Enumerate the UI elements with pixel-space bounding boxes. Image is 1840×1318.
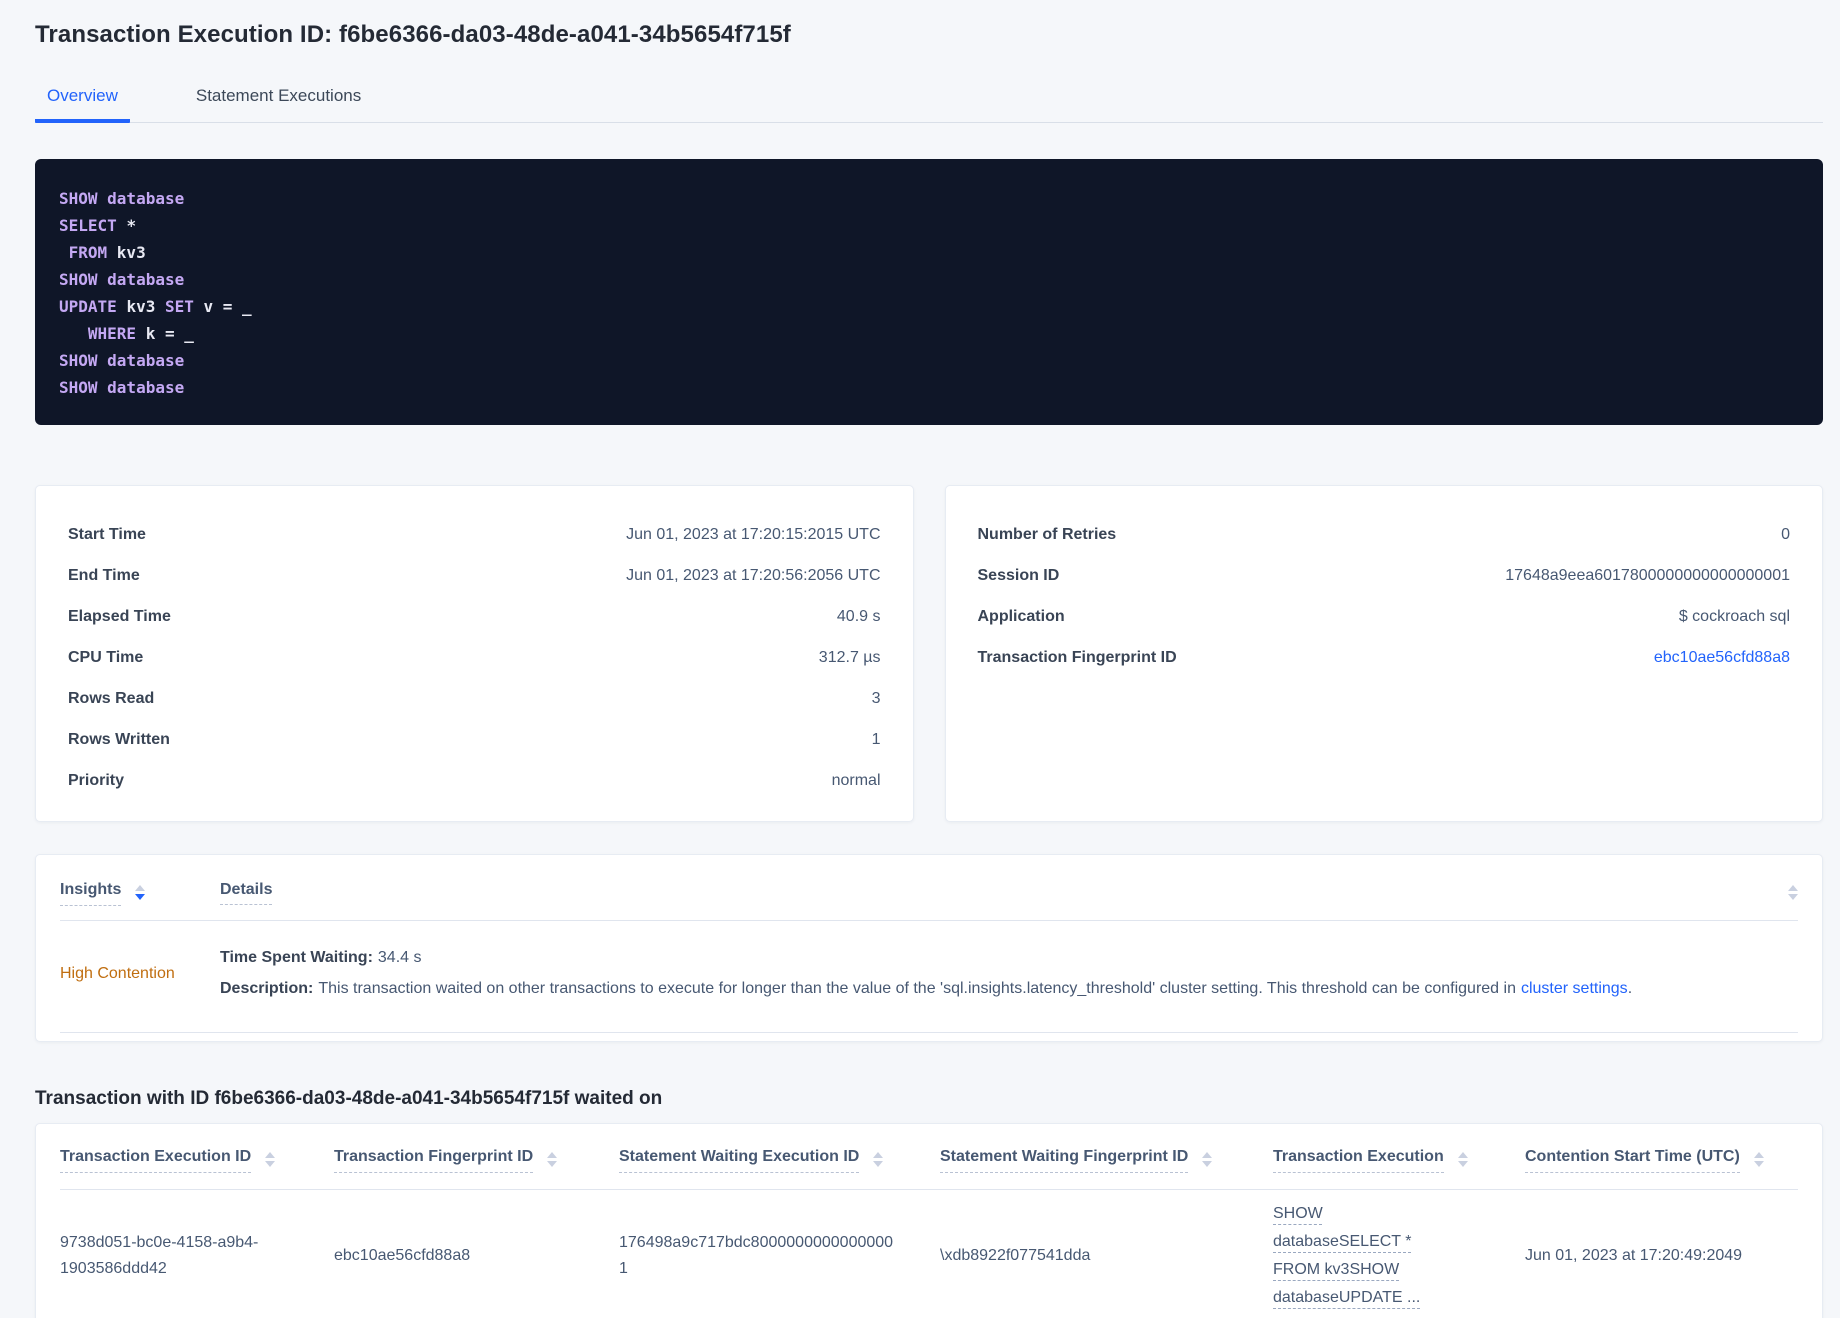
page-title: Transaction Execution ID: f6be6366-da03-… (35, 21, 791, 48)
sql-line: UPDATE kv3 SET v = _ (59, 297, 252, 316)
sort-icon[interactable] (1753, 1152, 1764, 1167)
transaction-fingerprint-link[interactable]: ebc10ae56cfd88a8 (1654, 649, 1790, 667)
time-spent-waiting: Time Spent Waiting: 34.4 s (220, 949, 422, 966)
column-header-transaction-fingerprint-id[interactable]: Transaction Fingerprint ID (334, 1148, 619, 1173)
cell-transaction-fingerprint-id: ebc10ae56cfd88a8 (334, 1247, 471, 1264)
timing-summary-card: Start Time Jun 01, 2023 at 17:20:15:2015… (35, 485, 914, 822)
cell-transaction-execution-id: 9738d051-bc0e-4158-a9b4-1903586ddd42 (60, 1234, 259, 1277)
column-header-contention-start-time[interactable]: Contention Start Time (UTC) (1525, 1148, 1798, 1173)
transaction-sql-statements: SHOW database SELECT * FROM kv3 SHOW datab… (35, 159, 1823, 425)
sort-icon[interactable] (547, 1152, 558, 1167)
info-row-transaction-fingerprint-id: Transaction Fingerprint ID ebc10ae56cfd8… (977, 648, 1791, 667)
waited-on-table-card: Transaction Execution ID Transaction Fin… (35, 1123, 1823, 1318)
sql-line: WHERE k = _ (59, 324, 194, 343)
column-header-transaction-execution-id[interactable]: Transaction Execution ID (60, 1148, 334, 1173)
sort-icon[interactable] (1202, 1152, 1213, 1167)
insight-badge: High Contention (60, 964, 175, 982)
cell-statement-waiting-execution-id: 176498a9c717bdc80000000000000001 (619, 1234, 894, 1277)
sql-line: SHOW database (59, 351, 185, 370)
insight-description: Description: This transaction waited on o… (220, 980, 1633, 997)
column-header-statement-waiting-execution-id[interactable]: Statement Waiting Execution ID (619, 1148, 940, 1173)
table-row: 9738d051-bc0e-4158-a9b4-1903586ddd42 ebc… (60, 1190, 1798, 1318)
column-header-statement-waiting-fingerprint-id[interactable]: Statement Waiting Fingerprint ID (940, 1148, 1273, 1173)
info-row-number-of-retries: Number of Retries 0 (977, 525, 1791, 543)
summary-cards: Start Time Jun 01, 2023 at 17:20:15:2015… (35, 485, 1823, 822)
sql-line: FROM kv3 (59, 243, 146, 262)
insight-details: Time Spent Waiting: 34.4 s Description: Th… (220, 945, 1632, 1002)
transaction-execution-statement-link[interactable]: SHOW databaseSELECT * FROM kv3SHOW datab… (1273, 1200, 1445, 1312)
tab-overview[interactable]: Overview (35, 76, 130, 123)
sql-line: SHOW database (59, 270, 185, 289)
sort-icon[interactable] (265, 1152, 276, 1167)
tab-bar: Overview Statement Executions (35, 76, 1823, 123)
sort-icon[interactable] (1457, 1152, 1468, 1167)
sql-line: SHOW database (59, 189, 185, 208)
insights-table-header: Insights Details (60, 875, 1798, 921)
info-row-elapsed-time: Elapsed Time 40.9 s (68, 607, 881, 625)
info-row-cpu-time: CPU Time 312.7 µs (68, 648, 881, 666)
waited-on-heading: Transaction with ID f6be6366-da03-48de-a… (35, 1088, 663, 1109)
info-row-end-time: End Time Jun 01, 2023 at 17:20:56:2056 U… (68, 566, 881, 584)
details-column-header[interactable]: Details (220, 881, 273, 905)
info-row-rows-written: Rows Written 1 (68, 730, 881, 748)
insights-table-card: Insights Details High Contention Time Sp… (35, 854, 1823, 1042)
cell-statement-waiting-fingerprint-id: \xdb8922f077541dda (940, 1247, 1091, 1264)
info-row-start-time: Start Time Jun 01, 2023 at 17:20:15:2015… (68, 525, 881, 543)
column-header-transaction-execution[interactable]: Transaction Execution (1273, 1148, 1525, 1173)
sql-line: SELECT * (59, 216, 137, 235)
tab-statement-executions[interactable]: Statement Executions (184, 76, 373, 123)
info-row-session-id: Session ID 17648a9eea6017800000000000000… (977, 566, 1791, 584)
info-row-rows-read: Rows Read 3 (68, 689, 881, 707)
sort-desc-icon[interactable] (135, 885, 146, 906)
session-summary-card: Number of Retries 0 Session ID 17648a9ee… (944, 485, 1823, 822)
insight-row-high-contention: High Contention Time Spent Waiting: 34.4 … (60, 921, 1798, 1033)
transaction-details-page: Transaction Execution ID: f6be6366-da03-… (0, 0, 1840, 1318)
info-row-priority: Priority normal (68, 771, 881, 789)
sort-icon[interactable] (873, 1152, 884, 1167)
sort-icon[interactable] (1788, 885, 1798, 900)
cell-transaction-execution: SHOW databaseSELECT * FROM kv3SHOW datab… (1273, 1200, 1525, 1312)
info-row-application: Application $ cockroach sql (977, 607, 1791, 625)
cell-contention-start-time: Jun 01, 2023 at 17:20:49:2049 (1525, 1247, 1743, 1264)
cluster-settings-link[interactable]: cluster settings (1521, 980, 1628, 997)
insights-column-header[interactable]: Insights (60, 881, 178, 906)
sql-line: SHOW database (59, 378, 185, 397)
waited-on-table-header: Transaction Execution ID Transaction Fin… (60, 1148, 1798, 1190)
